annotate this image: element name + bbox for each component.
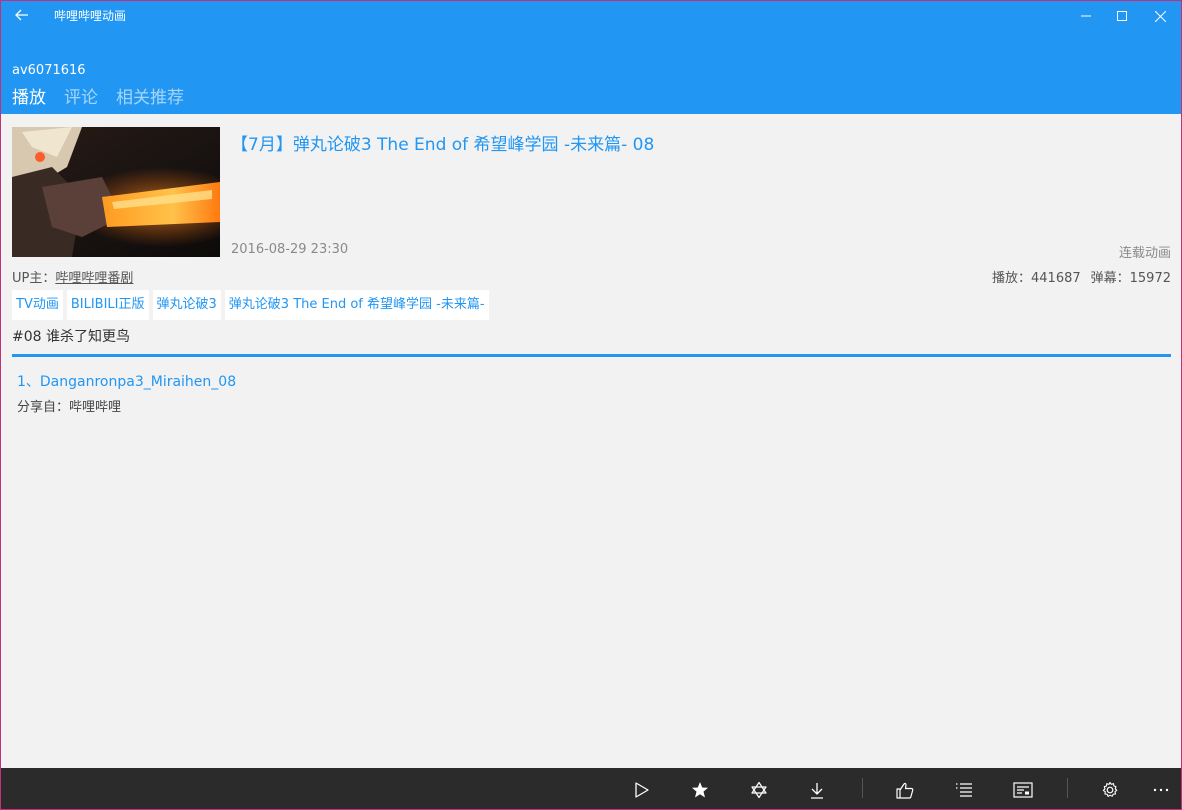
- coin-icon: [751, 781, 767, 799]
- more-icon: [1153, 788, 1169, 792]
- back-button[interactable]: [7, 3, 37, 27]
- appbar-separator: [862, 778, 863, 798]
- video-title: 【7月】弹丸论破3 The End of 希望峰学园 -未来篇- 08: [231, 135, 655, 155]
- download-icon: [811, 782, 823, 799]
- video-category[interactable]: 连载动画: [1119, 242, 1171, 261]
- play-count: 播放：441687: [992, 271, 1081, 286]
- maximize-icon: [1117, 11, 1127, 21]
- danmaku-count: 弹幕：15972: [1090, 271, 1171, 286]
- coin-button[interactable]: [746, 777, 772, 803]
- uploader-link[interactable]: 哔哩哔哩番剧: [55, 271, 133, 286]
- favorite-star-icon: [692, 782, 708, 798]
- appbar-separator: [1067, 778, 1068, 798]
- tab-play[interactable]: 播放: [12, 87, 46, 109]
- tab-comments[interactable]: 评论: [64, 87, 98, 109]
- publish-date: 2016-08-29 23:30: [231, 242, 349, 257]
- like-icon: [896, 782, 914, 799]
- app-title: 哔哩哔哩动画: [54, 9, 127, 23]
- tag-item[interactable]: 弹丸论破3: [152, 290, 221, 320]
- tab-related[interactable]: 相关推荐: [116, 87, 184, 109]
- download-button[interactable]: [804, 777, 830, 803]
- danmaku-icon: [1013, 782, 1033, 798]
- video-av-id: av6071616: [12, 63, 86, 78]
- playlist-icon: [956, 783, 972, 797]
- like-button[interactable]: [892, 777, 918, 803]
- minimize-icon: [1081, 15, 1091, 17]
- back-arrow-icon: [15, 9, 28, 21]
- bottom-app-bar: [1, 768, 1181, 809]
- uploader-row: UP主：哔哩哔哩番剧: [12, 267, 133, 286]
- thumbnail-image: [12, 127, 220, 257]
- tag-item[interactable]: TV动画: [12, 290, 63, 320]
- share-source: 分享自：哔哩哔哩: [17, 400, 122, 415]
- more-button[interactable]: [1148, 777, 1174, 803]
- video-thumbnail[interactable]: [12, 127, 220, 257]
- play-button[interactable]: [629, 777, 655, 803]
- tag-item[interactable]: BILIBILI正版: [66, 290, 149, 320]
- app-window: 哔哩哔哩动画 av6071616 播放 评论 相关推荐 【7月】弹丸论破3 Th…: [0, 0, 1182, 810]
- video-stats: 播放：441687 弹幕：15972: [992, 267, 1171, 286]
- section-divider: [12, 354, 1171, 357]
- tag-item[interactable]: 弹丸论破3 The End of 希望峰学园 -未来篇-: [224, 290, 489, 320]
- settings-button[interactable]: [1097, 777, 1123, 803]
- video-part-item[interactable]: 1、Danganronpa3_Miraihen_08: [17, 371, 236, 391]
- title-bar: 哔哩哔哩动画: [1, 1, 1181, 31]
- uploader-label: UP主：: [12, 271, 56, 286]
- close-button[interactable]: [1137, 1, 1181, 31]
- close-icon: [1154, 10, 1166, 22]
- danmaku-button[interactable]: [1010, 777, 1036, 803]
- header: 哔哩哔哩动画 av6071616 播放 评论 相关推荐: [1, 1, 1181, 114]
- play-icon: [635, 782, 649, 798]
- episode-description: #08 谁杀了知更鸟: [12, 329, 130, 345]
- tab-bar: 播放 评论 相关推荐: [12, 87, 184, 109]
- tag-list: TV动画 BILIBILI正版 弹丸论破3 弹丸论破3 The End of 希…: [12, 290, 489, 320]
- video-detail-panel: 【7月】弹丸论破3 The End of 希望峰学园 -未来篇- 08 2016…: [1, 114, 1181, 768]
- settings-icon: [1102, 781, 1118, 797]
- favorite-button[interactable]: [687, 777, 713, 803]
- playlist-button[interactable]: [951, 777, 977, 803]
